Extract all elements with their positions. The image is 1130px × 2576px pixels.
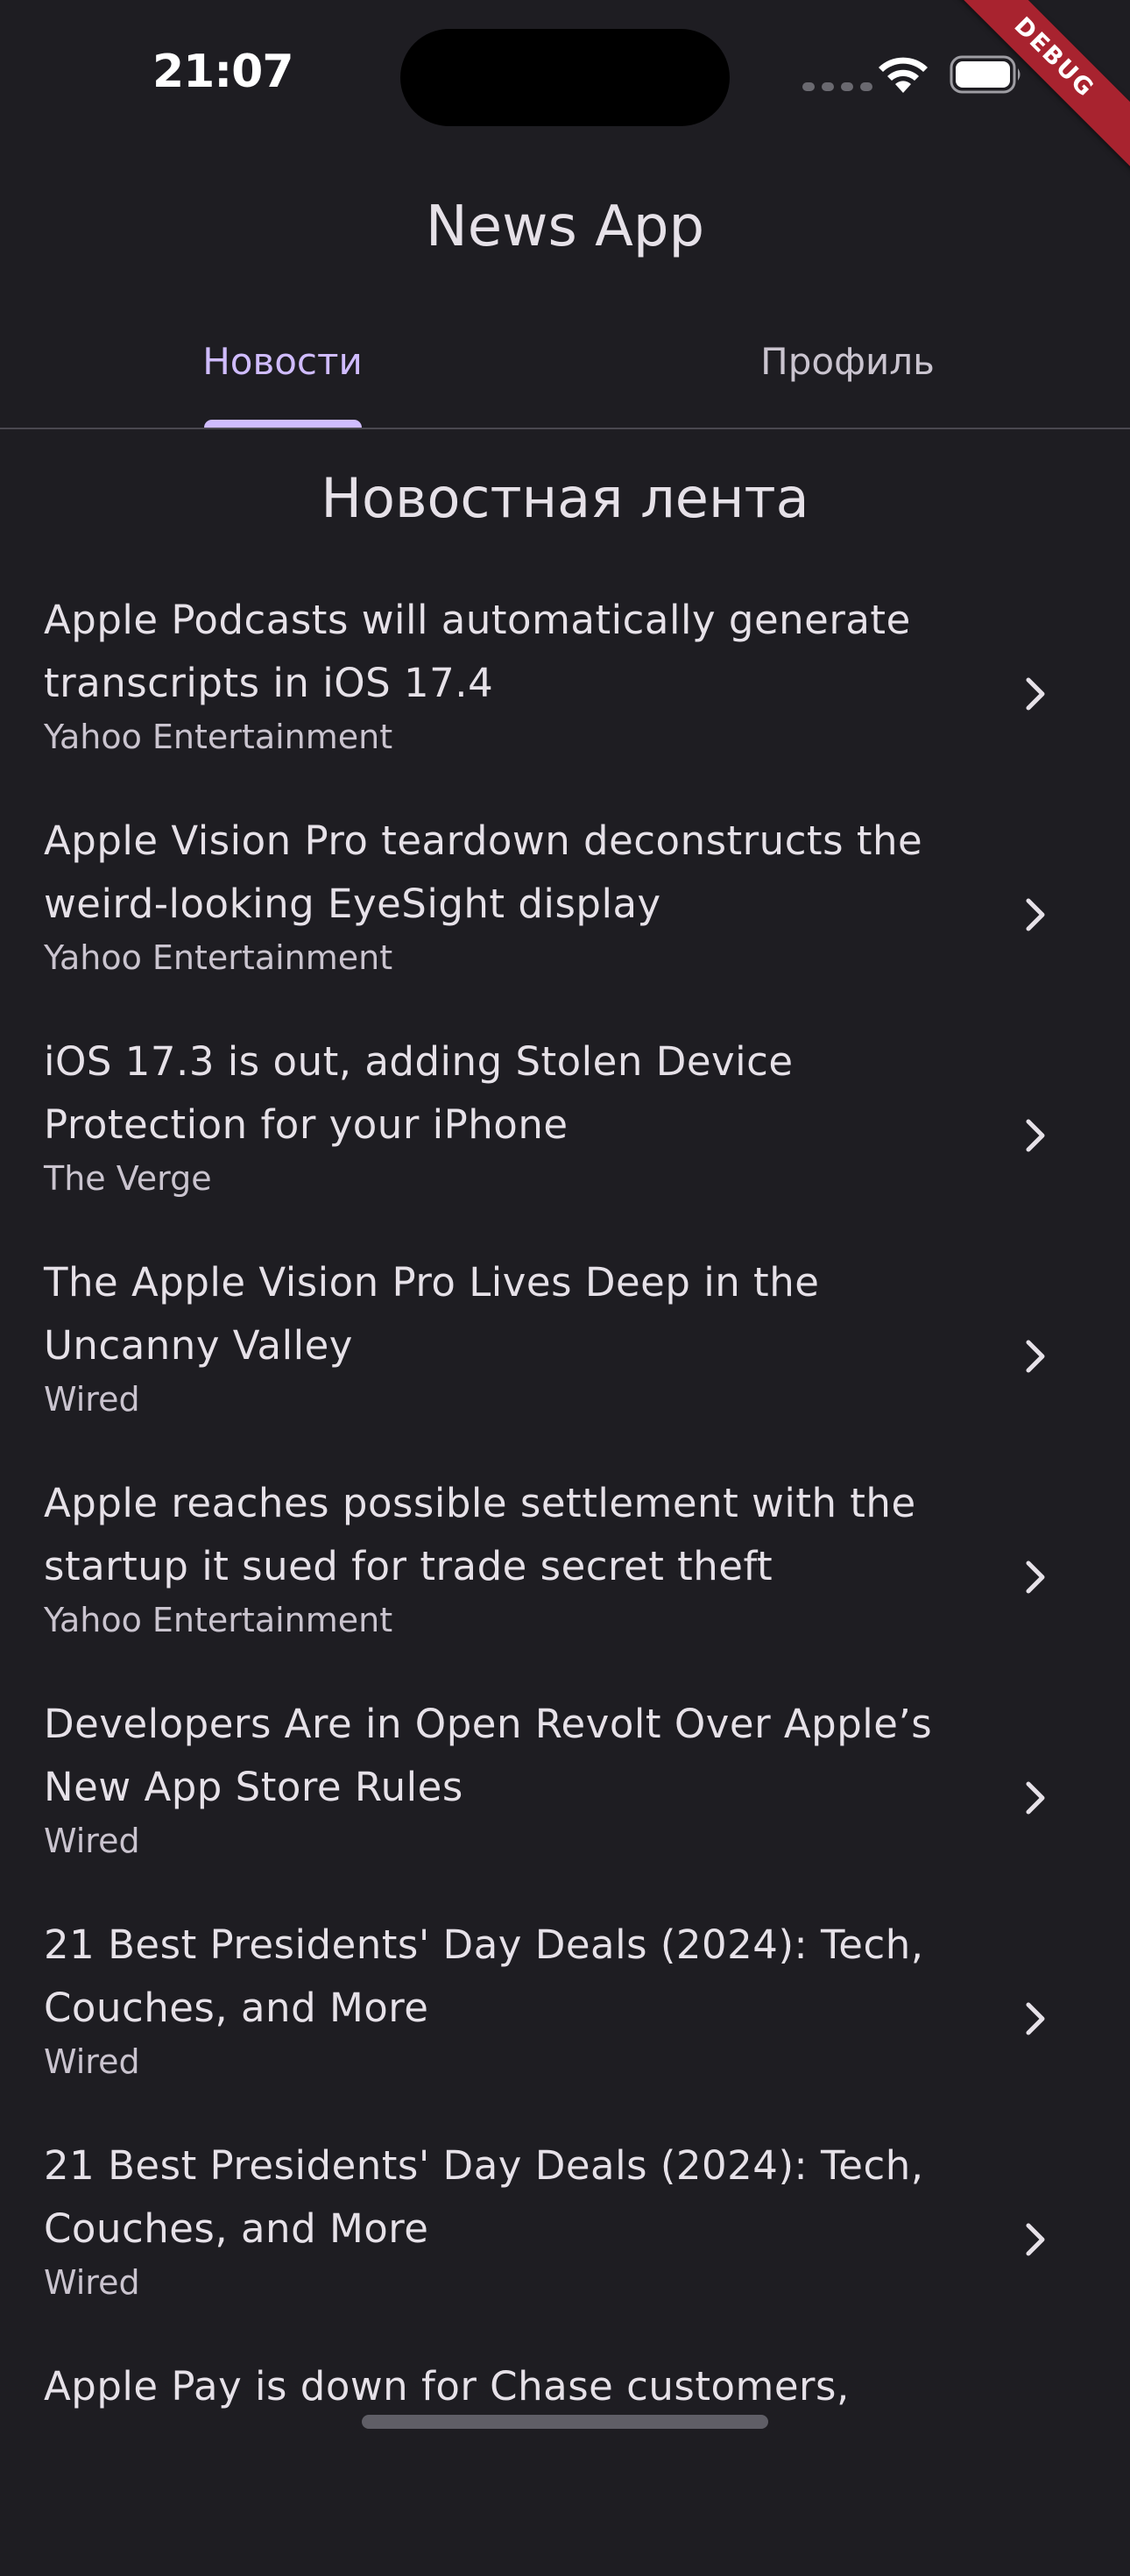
news-title: 21 Best Presidents' Day Deals (2024): Te…: [44, 1921, 924, 2031]
news-list-item[interactable]: Apple reaches possible settlement with t…: [0, 1472, 1130, 1693]
news-source: Yahoo Entertainment: [44, 718, 393, 756]
chevron-right-icon: [1026, 1781, 1045, 1815]
news-source: Wired: [44, 1822, 140, 1860]
news-title: The Apple Vision Pro Lives Deep in the U…: [44, 1259, 820, 1369]
chevron-right-icon: [1026, 2002, 1045, 2035]
news-list-item[interactable]: Developers Are in Open Revolt Over Apple…: [0, 1693, 1130, 1914]
news-list-item[interactable]: Apple Vision Pro teardown deconstructs t…: [0, 810, 1130, 1030]
news-list: Apple Podcasts will automatically genera…: [0, 589, 1130, 2576]
news-title: Apple reaches possible settlement with t…: [44, 1480, 916, 1589]
news-list-item[interactable]: iOS 17.3 is out, adding Stolen Device Pr…: [0, 1030, 1130, 1251]
news-list-item[interactable]: Apple Pay is down for Chase customers,: [0, 2355, 1130, 2576]
news-title: 21 Best Presidents' Day Deals (2024): Te…: [44, 2142, 924, 2252]
tab-bar: Новости Профиль: [0, 326, 1130, 429]
news-list-item[interactable]: Apple Podcasts will automatically genera…: [0, 589, 1130, 810]
news-title: Apple Podcasts will automatically genera…: [44, 597, 911, 706]
chevron-right-icon: [1026, 1119, 1045, 1152]
news-source: Wired: [44, 2042, 140, 2081]
status-time: 21:07: [152, 46, 294, 98]
battery-icon: [950, 55, 1021, 94]
chevron-right-icon: [1026, 898, 1045, 931]
feed-title: Новостная лента: [321, 466, 809, 530]
news-source: The Verge: [44, 1159, 212, 1198]
news-title: Apple Vision Pro teardown deconstructs t…: [44, 817, 923, 927]
news-list-item[interactable]: 21 Best Presidents' Day Deals (2024): Te…: [0, 1914, 1130, 2134]
chevron-right-icon: [1026, 1560, 1045, 1594]
app-title: News App: [425, 195, 705, 259]
chevron-right-icon: [1026, 677, 1045, 711]
chevron-right-icon: [1026, 1340, 1045, 1373]
news-title: Apple Pay is down for Chase customers,: [44, 2363, 850, 2410]
news-source: Yahoo Entertainment: [44, 1601, 393, 1639]
tab-profile[interactable]: Профиль: [565, 326, 1130, 428]
news-list-item[interactable]: The Apple Vision Pro Lives Deep in the U…: [0, 1251, 1130, 1472]
dynamic-island: [400, 29, 730, 126]
tab-news[interactable]: Новости: [0, 326, 565, 428]
news-title: iOS 17.3 is out, adding Stolen Device Pr…: [44, 1038, 794, 1148]
tab-profile-label: Профиль: [760, 340, 935, 383]
tab-news-label: Новости: [202, 340, 363, 383]
home-indicator[interactable]: [362, 2415, 768, 2429]
tab-active-indicator: [203, 420, 362, 428]
news-source: Wired: [44, 2263, 140, 2302]
news-source: Wired: [44, 1380, 140, 1419]
cellular-signal-icon: [802, 82, 872, 91]
news-list-item[interactable]: 21 Best Presidents' Day Deals (2024): Te…: [0, 2134, 1130, 2355]
news-source: Yahoo Entertainment: [44, 938, 393, 977]
wifi-icon: [879, 57, 928, 93]
chevron-right-icon: [1026, 2223, 1045, 2256]
news-title: Developers Are in Open Revolt Over Apple…: [44, 1701, 933, 1810]
